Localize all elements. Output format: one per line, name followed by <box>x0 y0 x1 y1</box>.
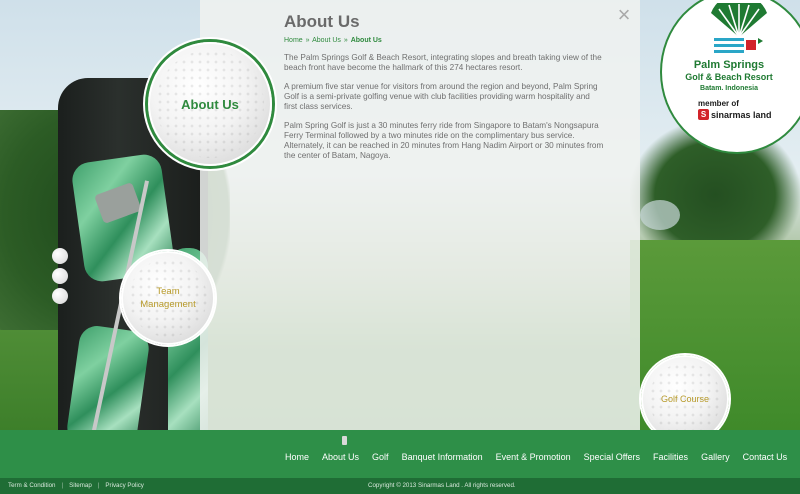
nav-active-marker-icon <box>342 436 347 445</box>
nav-item-contact-us[interactable]: Contact Us <box>743 452 788 462</box>
footer-sitemap-link[interactable]: Sitemap <box>69 482 92 489</box>
footer-divider: | <box>97 482 100 489</box>
team-management-ball-button[interactable]: Team Management <box>121 251 215 345</box>
breadcrumb-separator: » <box>343 37 348 44</box>
nav-item-special-offers[interactable]: Special Offers <box>584 452 640 462</box>
golf-ball <box>52 248 68 264</box>
nav-item-home[interactable]: Home <box>285 452 309 462</box>
about-us-ball-label: About Us <box>181 96 239 112</box>
footer: Term & Condition | Sitemap | Privacy Pol… <box>0 478 800 494</box>
footer-links: Term & Condition | Sitemap | Privacy Pol… <box>8 482 150 489</box>
team-label-line1: Team <box>156 286 180 297</box>
content-paragraph: Palm Spring Golf is just a 30 minutes fe… <box>284 121 604 160</box>
breadcrumb-parent[interactable]: About Us <box>312 37 341 44</box>
content-paragraph: The Palm Springs Golf & Beach Resort, in… <box>284 53 602 72</box>
nav-item-facilities[interactable]: Facilities <box>653 452 688 462</box>
logo-location: Batam. Indonesia <box>700 85 758 92</box>
fountain <box>640 200 680 230</box>
nav-item-gallery[interactable]: Gallery <box>701 452 730 462</box>
nav-item-golf[interactable]: Golf <box>372 452 389 462</box>
breadcrumb: Home » About Us » About Us <box>284 37 382 44</box>
breadcrumb-separator: » <box>305 37 310 44</box>
footer-term-link[interactable]: Term & Condition <box>8 482 55 489</box>
nav-item-banquet-information[interactable]: Banquet Information <box>402 452 483 462</box>
nav-item-about-us[interactable]: About Us <box>322 452 359 462</box>
palm-fan-logo-icon <box>711 3 767 37</box>
content-paragraph: A premium five star venue for visitors f… <box>284 82 598 111</box>
page-title: About Us <box>284 12 360 31</box>
team-management-ball-label: Team Management <box>140 285 195 311</box>
sinarmas-brand: S sinarmas land <box>698 109 772 120</box>
footer-divider: | <box>61 482 64 489</box>
footer-copyright: Copyright © 2013 Sinarmas Land . All rig… <box>368 482 516 489</box>
wave-logo-icon <box>714 38 763 53</box>
about-us-ball-button[interactable]: About Us <box>148 42 272 166</box>
sinarmas-label: sinarmas land <box>711 109 772 120</box>
about-content: The Palm Springs Golf & Beach Resort, in… <box>284 53 604 170</box>
footer-privacy-link[interactable]: Privacy Policy <box>105 482 144 489</box>
breadcrumb-current: About Us <box>350 37 382 44</box>
breadcrumb-home[interactable]: Home <box>284 37 303 44</box>
sinarmas-icon: S <box>698 109 709 120</box>
logo-name-line2: Golf & Beach Resort <box>685 72 773 82</box>
golf-course-ball-label: Golf Course <box>660 394 710 404</box>
logo-name-line1: Palm Springs <box>693 59 765 71</box>
close-icon[interactable]: × <box>614 4 634 26</box>
main-nav: Home About Us Golf Banquet Information E… <box>0 430 800 478</box>
team-label-line2: Management <box>140 299 196 310</box>
nav-item-event-promotion[interactable]: Event & Promotion <box>496 452 571 462</box>
member-of-label: member of <box>698 99 739 108</box>
golf-ball <box>52 268 68 284</box>
golf-ball <box>52 288 68 304</box>
